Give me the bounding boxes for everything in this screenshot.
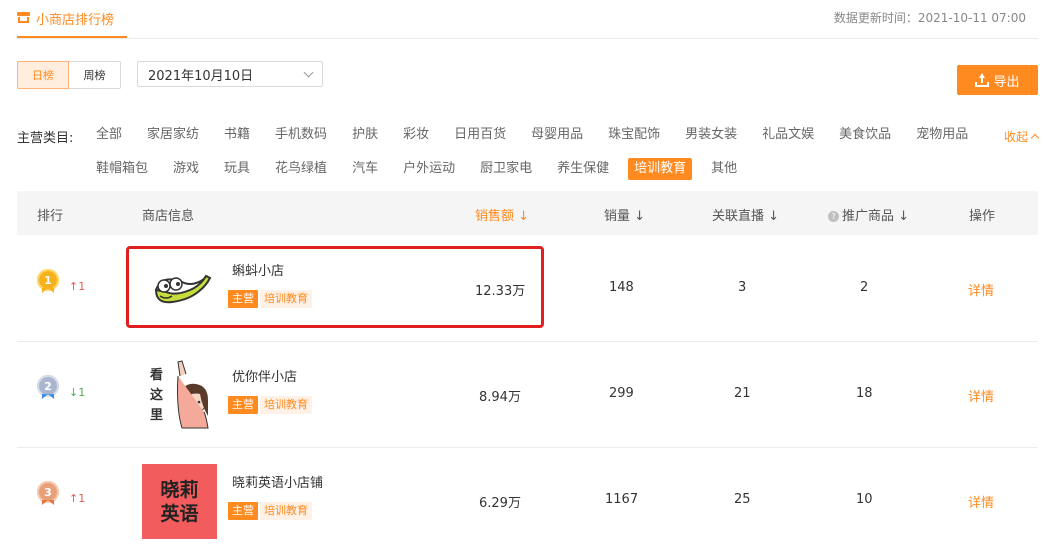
category-item[interactable]: 礼品文娱 bbox=[756, 124, 820, 146]
avatar-text: 晓莉英语 bbox=[160, 478, 199, 525]
category-item[interactable]: 鞋帽箱包 bbox=[90, 158, 154, 180]
rank-trend: ↑1 bbox=[69, 280, 86, 293]
category-item[interactable]: 彩妆 bbox=[397, 124, 435, 146]
shop-avatar-cartoon-girl: 看这里 bbox=[142, 358, 217, 433]
highlight-box bbox=[126, 246, 544, 328]
category-item[interactable]: 手机数码 bbox=[269, 124, 333, 146]
export-label: 导出 bbox=[993, 74, 1020, 90]
silver-medal-icon: 2 bbox=[37, 375, 61, 411]
category-item[interactable]: 护肤 bbox=[346, 124, 384, 146]
shop-name[interactable]: 晓莉英语小店铺 bbox=[232, 472, 323, 491]
detail-link[interactable]: 详情 bbox=[968, 492, 994, 511]
category-label: 主营类目: bbox=[17, 131, 74, 146]
related-live: 21 bbox=[734, 386, 751, 401]
category-item[interactable]: 美食饮品 bbox=[833, 124, 897, 146]
header-action: 操作 bbox=[969, 209, 996, 224]
export-button[interactable]: 导出 bbox=[957, 65, 1038, 95]
header-rank: 排行 bbox=[37, 209, 64, 224]
shop-name[interactable]: 优你伴小店 bbox=[232, 366, 297, 385]
tab-daily[interactable]: 日榜 bbox=[17, 61, 69, 89]
tab-shop-ranking[interactable]: 小商店排行榜 bbox=[17, 0, 127, 38]
page-header: 小商店排行榜 数据更新时间：2021-10-11 07:00 bbox=[17, 0, 1038, 39]
page-title: 小商店排行榜 bbox=[36, 12, 115, 28]
gold-medal-icon: 1 bbox=[37, 269, 61, 305]
sales-amount: 8.94万 bbox=[479, 390, 521, 405]
related-live: 25 bbox=[734, 492, 751, 507]
chevron-down-icon bbox=[303, 67, 314, 78]
bronze-medal-icon: 3 bbox=[37, 481, 61, 517]
tab-weekly[interactable]: 周榜 bbox=[69, 61, 121, 89]
header-sales-amount[interactable]: 销售额 ↓ bbox=[475, 205, 529, 224]
sort-icon: ↓ bbox=[518, 209, 530, 224]
header-related-live[interactable]: 关联直播 ↓ bbox=[712, 205, 779, 224]
chevron-up-icon bbox=[1030, 133, 1040, 143]
table-row: 2 ↓1 看这里 优你伴小店 主营 培训教育 8.94万 299 21 18 详… bbox=[17, 341, 1038, 448]
category-item[interactable]: 男装女装 bbox=[679, 124, 743, 146]
category-item[interactable]: 其他 bbox=[705, 158, 743, 180]
avatar-text: 看这里 bbox=[150, 368, 164, 423]
upload-icon bbox=[975, 72, 990, 87]
category-item[interactable]: 宠物用品 bbox=[910, 124, 974, 146]
category-item[interactable]: 珠宝配饰 bbox=[602, 124, 666, 146]
category-item[interactable]: 汽车 bbox=[346, 158, 384, 180]
table-header: 排行 商店信息 销售额 ↓ 销量 ↓ 关联直播 ↓ ? 推广商品 ↓ 操作 bbox=[17, 191, 1038, 235]
category-item[interactable]: 游戏 bbox=[167, 158, 205, 180]
update-time: 数据更新时间：2021-10-11 07:00 bbox=[833, 11, 1026, 25]
rank-trend: ↑1 bbox=[69, 492, 86, 505]
category-tag: 培训教育 bbox=[260, 396, 312, 414]
help-icon[interactable]: ? bbox=[828, 211, 839, 222]
shop-tags: 主营 培训教育 bbox=[228, 396, 312, 414]
category-item[interactable]: 母婴用品 bbox=[525, 124, 589, 146]
category-item[interactable]: 培训教育 bbox=[628, 158, 693, 180]
sales-volume: 148 bbox=[609, 280, 634, 295]
category-item[interactable]: 玩具 bbox=[218, 158, 256, 180]
related-live: 3 bbox=[738, 280, 747, 295]
header-sales-volume[interactable]: 销量 ↓ bbox=[604, 205, 645, 224]
table-row: 3 ↑1 晓莉英语 晓莉英语小店铺 主营 培训教育 6.29万 1167 25 … bbox=[17, 447, 1038, 553]
category-item[interactable]: 花鸟绿植 bbox=[269, 158, 333, 180]
main-tag: 主营 bbox=[228, 396, 258, 414]
rank-trend: ↓1 bbox=[69, 386, 86, 399]
category-item[interactable]: 户外运动 bbox=[397, 158, 461, 180]
category-item[interactable]: 厨卫家电 bbox=[474, 158, 538, 180]
header-shop-info: 商店信息 bbox=[142, 209, 195, 224]
category-item[interactable]: 日用百货 bbox=[448, 124, 512, 146]
category-item[interactable]: 家居家纺 bbox=[141, 124, 205, 146]
category-item[interactable]: 全部 bbox=[90, 124, 128, 146]
category-item[interactable]: 养生保健 bbox=[551, 158, 615, 180]
sales-volume: 299 bbox=[609, 386, 634, 401]
period-toggle: 日榜 周榜 bbox=[17, 61, 121, 89]
sort-icon: ↓ bbox=[634, 209, 646, 224]
store-icon bbox=[17, 11, 30, 23]
sort-icon: ↓ bbox=[898, 209, 910, 224]
main-tag: 主营 bbox=[228, 502, 258, 520]
collapse-label: 收起 bbox=[1003, 130, 1028, 144]
date-value: 2021年10月10日 bbox=[148, 68, 254, 84]
promoted-goods: 10 bbox=[856, 492, 873, 507]
sales-volume: 1167 bbox=[605, 492, 639, 507]
promoted-goods: 2 bbox=[860, 280, 869, 295]
date-select[interactable]: 2021年10月10日 bbox=[137, 61, 323, 87]
detail-link[interactable]: 详情 bbox=[968, 386, 994, 405]
promoted-goods: 18 bbox=[856, 386, 873, 401]
sort-icon: ↓ bbox=[768, 209, 780, 224]
category-tag: 培训教育 bbox=[260, 502, 312, 520]
sales-amount: 6.29万 bbox=[479, 496, 521, 511]
category-list: 全部 家居家纺 书籍 手机数码 护肤 彩妆 日用百货 母婴用品 珠宝配饰 男装女装 礼品文娱 美食饮品… bbox=[90, 124, 990, 180]
detail-link[interactable]: 详情 bbox=[968, 280, 994, 299]
category-item[interactable]: 书籍 bbox=[218, 124, 256, 146]
header-promoted-goods[interactable]: ? 推广商品 ↓ bbox=[828, 205, 909, 224]
shop-avatar-xiaoli: 晓莉英语 bbox=[142, 464, 217, 539]
collapse-button[interactable]: 收起 bbox=[1003, 128, 1040, 145]
shop-tags: 主营 培训教育 bbox=[228, 502, 312, 520]
